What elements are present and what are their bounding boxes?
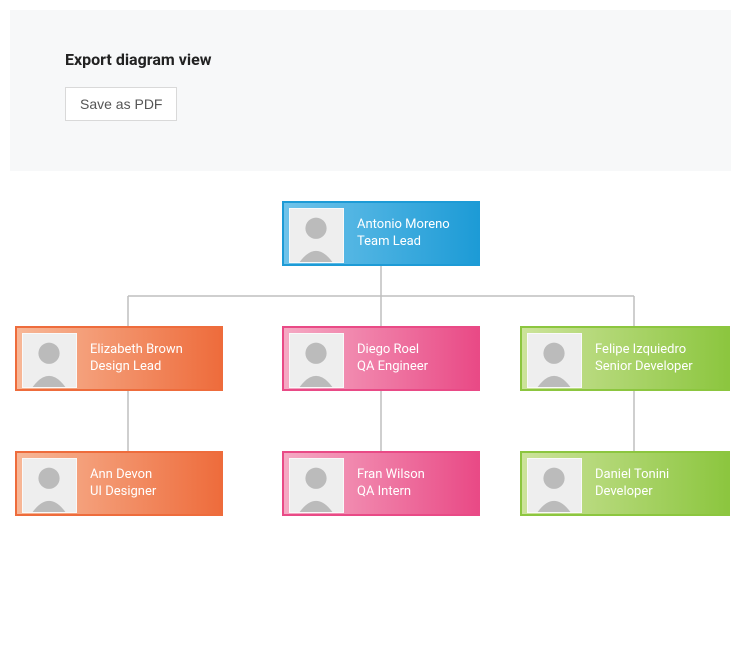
node-team-lead[interactable]: Antonio Moreno Team Lead: [282, 201, 480, 266]
avatar: [289, 208, 344, 263]
node-ui-designer[interactable]: Ann Devon UI Designer: [15, 451, 223, 516]
export-panel: Export diagram view Save as PDF: [10, 10, 731, 171]
person-name: Elizabeth Brown: [90, 342, 183, 359]
node-label: Diego Roel QA Engineer: [349, 328, 442, 389]
avatar: [22, 458, 77, 513]
person-title: Design Lead: [90, 359, 183, 376]
avatar: [527, 458, 582, 513]
avatar: [289, 333, 344, 388]
person-name: Antonio Moreno: [357, 217, 450, 234]
node-design-lead[interactable]: Elizabeth Brown Design Lead: [15, 326, 223, 391]
avatar: [527, 333, 582, 388]
node-developer[interactable]: Daniel Tonini Developer: [520, 451, 730, 516]
node-senior-developer[interactable]: Felipe Izquiedro Senior Developer: [520, 326, 730, 391]
person-name: Ann Devon: [90, 467, 156, 484]
node-label: Ann Devon UI Designer: [82, 453, 170, 514]
org-chart: Antonio Moreno Team Lead Elizabeth Brown…: [0, 181, 741, 541]
node-label: Felipe Izquiedro Senior Developer: [587, 328, 707, 389]
person-name: Daniel Tonini: [595, 467, 669, 484]
person-title: QA Intern: [357, 484, 425, 501]
node-label: Fran Wilson QA Intern: [349, 453, 439, 514]
node-qa-intern[interactable]: Fran Wilson QA Intern: [282, 451, 480, 516]
person-name: Diego Roel: [357, 342, 428, 359]
person-title: Developer: [595, 484, 669, 501]
save-as-pdf-button[interactable]: Save as PDF: [65, 87, 177, 121]
person-title: UI Designer: [90, 484, 156, 501]
node-label: Daniel Tonini Developer: [587, 453, 683, 514]
person-title: Senior Developer: [595, 359, 693, 376]
person-name: Fran Wilson: [357, 467, 425, 484]
panel-title: Export diagram view: [65, 50, 676, 69]
node-qa-engineer[interactable]: Diego Roel QA Engineer: [282, 326, 480, 391]
person-title: Team Lead: [357, 234, 450, 251]
node-label: Elizabeth Brown Design Lead: [82, 328, 197, 389]
person-title: QA Engineer: [357, 359, 428, 376]
avatar: [22, 333, 77, 388]
person-name: Felipe Izquiedro: [595, 342, 693, 359]
node-label: Antonio Moreno Team Lead: [349, 203, 464, 264]
avatar: [289, 458, 344, 513]
